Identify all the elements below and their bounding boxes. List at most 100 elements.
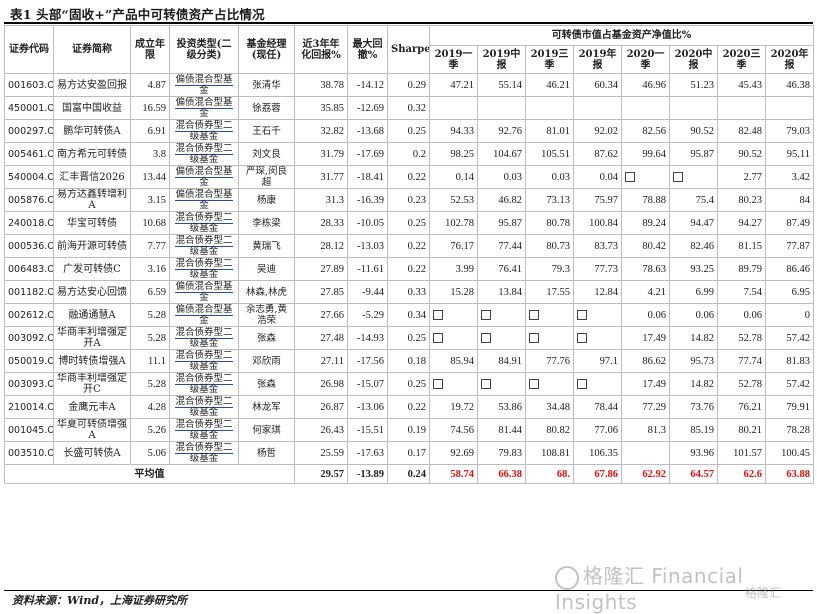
cell-founded: 3.8 — [130, 142, 170, 166]
cell-value: 15.28 — [429, 280, 478, 304]
cell-manager: 严琛,闵良超 — [238, 165, 295, 189]
cell-value: 2.77 — [717, 165, 766, 189]
cell-value — [477, 303, 526, 327]
cell-name: 国富中国收益 — [53, 96, 131, 120]
cell-founded: 5.26 — [130, 418, 170, 442]
cell-type: 偏债混合型基金 — [169, 96, 239, 120]
cell-value: 34.48 — [525, 395, 574, 419]
cell-manager: 邓欣雨 — [238, 349, 295, 373]
header-period: 2020年报 — [764, 45, 815, 74]
cell-manager: 黄瑞飞 — [238, 234, 295, 258]
type-label: 混合债券型二级基金 — [175, 419, 233, 441]
cell-type: 混合债券型二级基金 — [169, 395, 239, 419]
table-row: 006483.OF广发可转债C3.16混合债券型二级基金吴迪27.89-11.6… — [4, 257, 815, 281]
cell-value: 83.73 — [573, 234, 622, 258]
cell-founded: 5.28 — [130, 372, 170, 396]
cell-name: 长盛可转债A — [53, 441, 131, 465]
cell-value: 80.21 — [717, 418, 766, 442]
cell-value: 95.11 — [764, 142, 815, 166]
watermark-text: 格隆汇 Financial Insights — [555, 564, 744, 614]
cell-founded: 6.91 — [130, 119, 170, 143]
empty-box-icon — [481, 310, 491, 321]
cell-value: 89.79 — [717, 257, 766, 281]
cell-value: 78.44 — [573, 395, 622, 419]
cell-code: 240018.OF — [4, 211, 54, 235]
cell-value: 79.91 — [764, 395, 815, 419]
cell-value — [525, 372, 574, 396]
cell-value — [477, 326, 526, 350]
cell-founded: 3.16 — [130, 257, 170, 281]
cell-sharpe: 0.23 — [387, 188, 430, 212]
table-row: 050019.OF博时转债增强A11.1混合债券型二级基金邓欣雨27.11-17… — [4, 349, 815, 373]
cell-value: 100.45 — [764, 441, 815, 465]
header-founded: 成立年限 — [130, 25, 170, 74]
cell-value: 81.15 — [717, 234, 766, 258]
cell-ret3y: 26.43 — [294, 418, 348, 442]
cell-value: 80.82 — [525, 418, 574, 442]
cell-code: 000297.OF — [4, 119, 54, 143]
empty-box-icon — [577, 310, 587, 321]
cell-value: 0.03 — [477, 165, 526, 189]
cell-manager: 杨哲 — [238, 441, 295, 465]
table-row: 001045.OF华夏可转债增强A5.26混合债券型二级基金何家琪26.43-1… — [4, 418, 815, 442]
cell-code: 001182.OF — [4, 280, 54, 304]
cell-code: 001603.OF — [4, 73, 54, 97]
header-type: 投资类型(二级分类) — [169, 25, 239, 74]
cell-code: 001045.OF — [4, 418, 54, 442]
cell-value: 73.76 — [669, 395, 718, 419]
cell-sharpe: 0.33 — [387, 280, 430, 304]
cell-value: 80.78 — [525, 211, 574, 235]
type-label: 偏债混合型基金 — [175, 166, 233, 188]
table-row: 240018.OF华宝可转债10.68混合债券型二级基金李栋梁28.33-10.… — [4, 211, 815, 235]
watermark-small: 格隆汇 — [745, 586, 782, 600]
cell-value: 105.51 — [525, 142, 574, 166]
cell-ret3y: 38.78 — [294, 73, 348, 97]
cell-sharpe: 0.25 — [387, 372, 430, 396]
cell-manager: 徐荔蓉 — [238, 96, 295, 120]
cell-code: 003510.OF — [4, 441, 54, 465]
average-value: 66.38 — [477, 464, 526, 484]
cell-sharpe: 0.17 — [387, 441, 430, 465]
average-value: 62.92 — [621, 464, 670, 484]
cell-sharpe: 0.29 — [387, 73, 430, 97]
cell-value: 77.29 — [621, 395, 670, 419]
cell-ret3y: 27.48 — [294, 326, 348, 350]
cell-value: 75.4 — [669, 188, 718, 212]
cell-value — [573, 96, 622, 120]
header-period: 2020一季 — [621, 45, 670, 74]
cell-sharpe: 0.18 — [387, 349, 430, 373]
average-label: 平均值 — [4, 464, 295, 484]
cell-value: 47.21 — [429, 73, 478, 97]
cell-value: 85.94 — [429, 349, 478, 373]
cell-value: 99.64 — [621, 142, 670, 166]
cell-value: 77.06 — [573, 418, 622, 442]
table-row: 003092.OF华商丰利增强定开A5.28混合债券型二级基金张森27.48-1… — [4, 326, 815, 350]
header-period: 2020三季 — [717, 45, 766, 74]
cell-value: 0.06 — [621, 303, 670, 327]
cell-manager: 林森,林虎 — [238, 280, 295, 304]
cell-value: 46.38 — [764, 73, 815, 97]
table-row: 450001.OF国富中国收益16.59偏债混合型基金徐荔蓉35.85-12.6… — [4, 96, 815, 120]
cell-sharpe: 0.19 — [387, 418, 430, 442]
cell-ret3y: 31.77 — [294, 165, 348, 189]
cell-value — [669, 165, 718, 189]
cell-value: 7.54 — [717, 280, 766, 304]
cell-value: 101.57 — [717, 441, 766, 465]
cell-value: 102.78 — [429, 211, 478, 235]
cell-type: 混合债券型二级基金 — [169, 119, 239, 143]
cell-name: 鹏华可转债A — [53, 119, 131, 143]
average-sharpe: 0.24 — [387, 464, 430, 484]
cell-value: 46.82 — [477, 188, 526, 212]
cell-value: 52.78 — [717, 372, 766, 396]
empty-box-icon — [529, 379, 539, 390]
cell-mdd: -11.61 — [347, 257, 388, 281]
cell-type: 混合债券型二级基金 — [169, 372, 239, 396]
cell-mdd: -16.39 — [347, 188, 388, 212]
table-row: 540004.OF汇丰晋信202613.44偏债混合型基金严琛,闵良超31.77… — [4, 165, 815, 189]
cell-value: 86.62 — [621, 349, 670, 373]
cell-mdd: -10.05 — [347, 211, 388, 235]
cell-mdd: -15.07 — [347, 372, 388, 396]
cell-value: 52.53 — [429, 188, 478, 212]
cell-manager: 何家琪 — [238, 418, 295, 442]
cell-mdd: -14.12 — [347, 73, 388, 97]
